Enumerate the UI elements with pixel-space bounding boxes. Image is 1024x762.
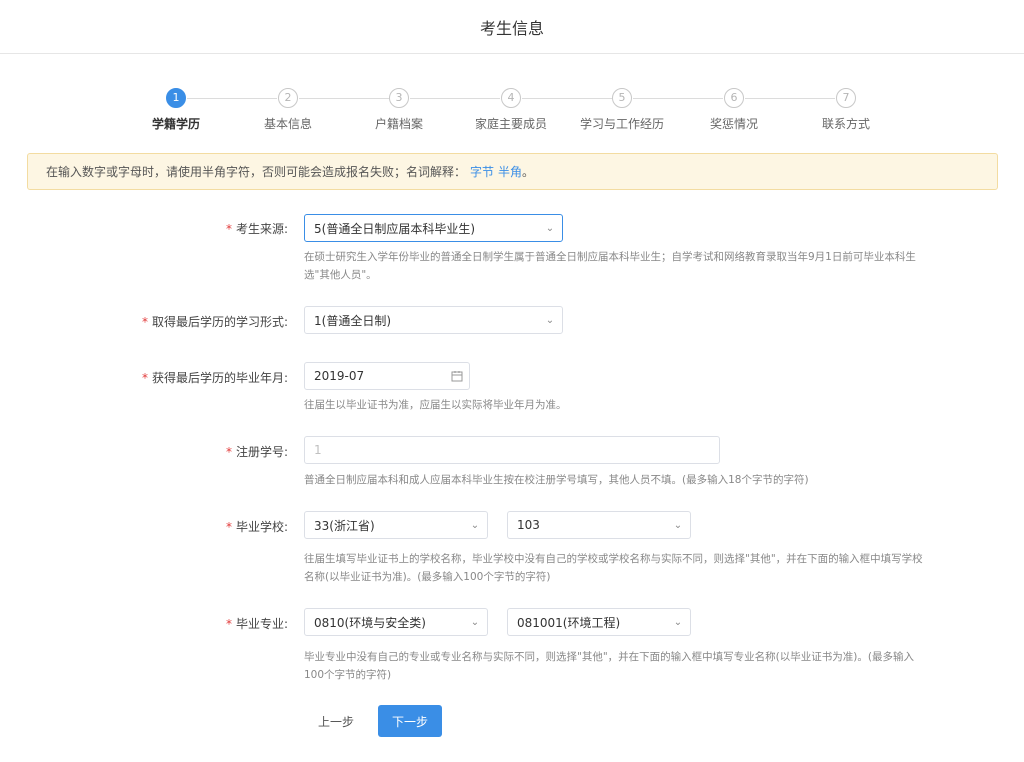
study-form-label-text: 取得最后学历的学习形式:	[151, 315, 288, 329]
reg-no-input[interactable]: 1	[304, 436, 720, 464]
step-6[interactable]: 6 奖惩情况	[674, 88, 794, 132]
step-number: 7	[836, 88, 856, 108]
school-hint: 往届生填写毕业证书上的学校名称，毕业学校中没有自己的学校或学校名称与实际不同，则…	[304, 553, 923, 583]
grad-date-hint: 往届生以毕业证书为准，应届生以实际将毕业年月为准。	[304, 399, 567, 411]
step-7[interactable]: 7 联系方式	[786, 88, 906, 132]
major-category-value: 0810(环境与安全类)	[314, 615, 426, 630]
school-select[interactable]: 103 ⌄	[507, 511, 691, 539]
step-number: 4	[501, 88, 521, 108]
chevron-down-icon: ⌄	[673, 616, 683, 628]
school-label-text: 毕业学校:	[235, 520, 288, 534]
reg-no-label-text: 注册学号:	[235, 445, 288, 459]
notice-text: 在输入数字或字母时，请使用半角字符，否则可能会造成报名失败；名词解释：	[46, 165, 467, 179]
major-label-text: 毕业专业:	[235, 617, 288, 631]
step-2[interactable]: 2 基本信息	[228, 88, 348, 132]
source-hint: 在硕士研究生入学年份毕业的普通全日制学生属于普通全日制应届本科毕业生；自学考试和…	[304, 251, 916, 281]
step-connector	[299, 98, 389, 99]
required-mark: *	[225, 445, 232, 459]
grad-date-picker[interactable]: 2019-07	[304, 362, 470, 390]
step-connector	[633, 98, 723, 99]
required-mark: *	[225, 222, 232, 236]
source-label: * 考生来源:	[226, 220, 288, 237]
school-label: * 毕业学校:	[226, 518, 288, 535]
progress-steps: 1 学籍学历 2 基本信息 3 户籍档案 4 家庭主要成员 5 学习与工作经历 …	[0, 88, 1024, 138]
reg-no-value: 1	[314, 443, 322, 457]
grad-date-label: * 获得最后学历的毕业年月:	[142, 369, 288, 386]
chevron-down-icon: ⌄	[545, 314, 555, 326]
major-category-select[interactable]: 0810(环境与安全类) ⌄	[304, 608, 488, 636]
calendar-icon	[445, 370, 469, 382]
major-label: * 毕业专业:	[226, 615, 288, 632]
step-1[interactable]: 1 学籍学历	[116, 88, 236, 132]
step-number: 5	[612, 88, 632, 108]
major-hint: 毕业专业中没有自己的专业或专业名称与实际不同，则选择"其他"，并在下面的输入框中…	[304, 651, 914, 681]
notice-banner: 在输入数字或字母时，请使用半角字符，否则可能会造成报名失败；名词解释： 字节 半…	[27, 153, 998, 190]
step-label: 家庭主要成员	[474, 117, 547, 131]
step-label: 学习与工作经历	[579, 117, 664, 131]
page-title: 考生信息	[479, 18, 544, 38]
next-step-button[interactable]: 下一步	[378, 705, 442, 737]
study-form-label: * 取得最后学历的学习形式:	[142, 313, 288, 330]
grad-date-value: 2019-07	[314, 369, 365, 383]
reg-no-label: * 注册学号:	[226, 443, 288, 460]
step-3[interactable]: 3 户籍档案	[339, 88, 459, 132]
step-label: 户籍档案	[374, 117, 423, 131]
step-number: 6	[724, 88, 744, 108]
prev-step-button[interactable]: 上一步	[304, 705, 368, 737]
required-mark: *	[225, 617, 232, 631]
chevron-down-icon: ⌄	[470, 616, 480, 628]
school-province-value: 33(浙江省)	[314, 518, 375, 533]
step-5[interactable]: 5 学习与工作经历	[562, 88, 682, 132]
step-connector	[745, 98, 835, 99]
major-value: 081001(环境工程)	[517, 615, 621, 630]
source-value: 5(普通全日制应届本科毕业生)	[314, 221, 475, 236]
step-4[interactable]: 4 家庭主要成员	[451, 88, 571, 132]
link-half-width[interactable]: 半角	[498, 163, 522, 180]
step-connector	[187, 98, 277, 99]
step-number: 1	[166, 88, 186, 108]
required-mark: *	[141, 315, 148, 329]
step-connector	[410, 98, 500, 99]
step-connector	[522, 98, 612, 99]
school-value: 103	[517, 518, 540, 532]
chevron-down-icon: ⌄	[545, 222, 555, 234]
step-label: 联系方式	[821, 117, 870, 131]
reg-no-hint: 普通全日制应届本科和成人应届本科毕业生按在校注册学号填写，其他人员不填。(最多输…	[304, 474, 809, 486]
link-byte[interactable]: 字节	[470, 163, 494, 180]
grad-date-label-text: 获得最后学历的毕业年月:	[151, 371, 288, 385]
step-label: 学籍学历	[151, 117, 200, 131]
source-label-text: 考生来源:	[235, 222, 288, 236]
step-number: 3	[389, 88, 409, 108]
step-label: 基本信息	[263, 117, 312, 131]
source-select[interactable]: 5(普通全日制应届本科毕业生) ⌄	[304, 214, 563, 242]
required-mark: *	[225, 520, 232, 534]
step-label: 奖惩情况	[709, 117, 758, 131]
chevron-down-icon: ⌄	[470, 519, 480, 531]
page-header: 考生信息	[0, 0, 1024, 54]
notice-tail: 。	[522, 165, 535, 179]
study-form-value: 1(普通全日制)	[314, 313, 391, 328]
school-province-select[interactable]: 33(浙江省) ⌄	[304, 511, 488, 539]
step-number: 2	[278, 88, 298, 108]
required-mark: *	[141, 371, 148, 385]
major-select[interactable]: 081001(环境工程) ⌄	[507, 608, 691, 636]
study-form-select[interactable]: 1(普通全日制) ⌄	[304, 306, 563, 334]
chevron-down-icon: ⌄	[673, 519, 683, 531]
